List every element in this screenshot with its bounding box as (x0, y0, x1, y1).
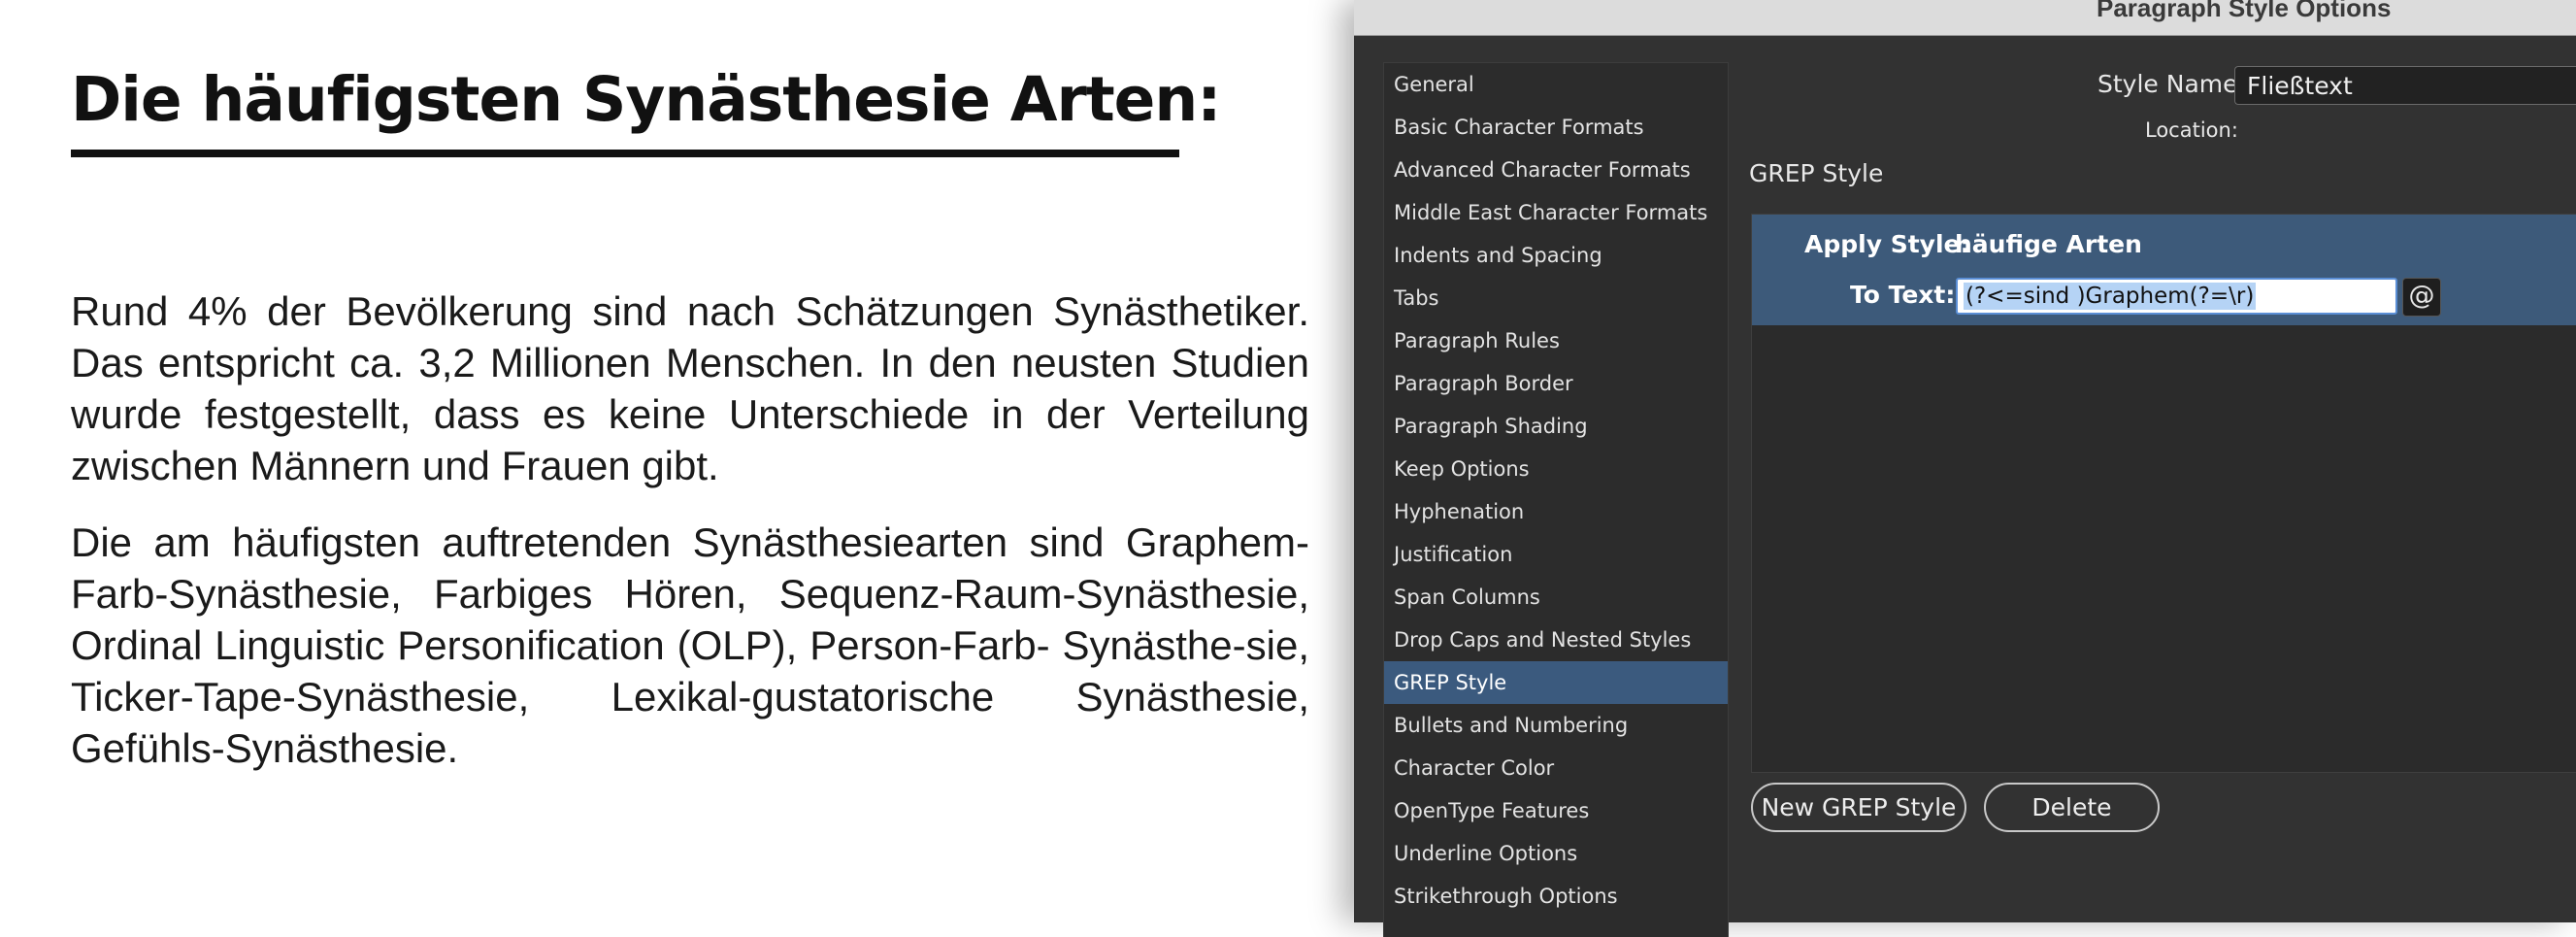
delete-button[interactable]: Delete (1984, 783, 2160, 832)
section-title: GREP Style (1749, 159, 1884, 187)
nav-item-grep-style[interactable]: GREP Style (1384, 661, 1728, 704)
nav-item-basic-character-formats[interactable]: Basic Character Formats (1384, 106, 1728, 149)
nav-item-general[interactable]: General (1384, 63, 1728, 106)
nav-item-hyphenation[interactable]: Hyphenation (1384, 490, 1728, 533)
nav-item-advanced-character-formats[interactable]: Advanced Character Formats (1384, 149, 1728, 191)
style-name-input[interactable]: Fließtext (2234, 66, 2576, 105)
heading-underline (71, 150, 1179, 157)
nav-item-underline-options[interactable]: Underline Options (1384, 832, 1728, 875)
apply-style-dropdown[interactable]: häufige Arten (1955, 230, 2142, 258)
dialog-title: Paragraph Style Options (2097, 0, 2392, 22)
category-list: General Basic Character Formats Advanced… (1383, 62, 1729, 937)
to-text-label: To Text: (1850, 281, 1956, 309)
nav-item-keep-options[interactable]: Keep Options (1384, 448, 1728, 490)
nav-item-tabs[interactable]: Tabs (1384, 277, 1728, 319)
nav-item-justification[interactable]: Justification (1384, 533, 1728, 576)
nav-item-bullets-and-numbering[interactable]: Bullets and Numbering (1384, 704, 1728, 747)
apply-style-label: Apply Style: (1804, 230, 1970, 258)
document-paragraph: Die am häufigsten auftretenden Synästhes… (71, 519, 1309, 771)
special-characters-icon[interactable]: @ (2402, 278, 2441, 317)
new-grep-style-button[interactable]: New GREP Style (1751, 783, 1966, 832)
nav-item-paragraph-border[interactable]: Paragraph Border (1384, 362, 1728, 405)
to-text-input[interactable]: (?<=sind )Graphem(?=\r) (1956, 278, 2397, 315)
nav-item-paragraph-rules[interactable]: Paragraph Rules (1384, 319, 1728, 362)
nav-item-span-columns[interactable]: Span Columns (1384, 576, 1728, 619)
document-page: Die häufigsten Synästhesie Arten: Rund 4… (0, 0, 1359, 922)
nav-item-opentype-features[interactable]: OpenType Features (1384, 789, 1728, 832)
nav-item-character-color[interactable]: Character Color (1384, 747, 1728, 789)
nav-item-paragraph-shading[interactable]: Paragraph Shading (1384, 405, 1728, 448)
location-label: Location: (2145, 118, 2238, 142)
document-paragraph: Rund 4% der Bevölkerung sind nach Schätz… (71, 288, 1309, 488)
paragraph-style-options-dialog: Paragraph Style Options General Basic Ch… (1354, 0, 2576, 937)
dialog-titlebar[interactable]: Paragraph Style Options (1354, 0, 2576, 36)
style-name-label: Style Name: (2097, 70, 2246, 98)
nav-item-drop-caps-nested-styles[interactable]: Drop Caps and Nested Styles (1384, 619, 1728, 661)
to-text-selected-value[interactable]: (?<=sind )Graphem(?=\r) (1964, 283, 2257, 310)
nav-item-middle-east-character-formats[interactable]: Middle East Character Formats (1384, 191, 1728, 234)
grep-style-list: Apply Style: häufige Arten To Text: (?<=… (1751, 214, 2576, 773)
nav-item-indents-and-spacing[interactable]: Indents and Spacing (1384, 234, 1728, 277)
document-heading: Die häufigsten Synästhesie Arten: (71, 64, 1221, 135)
grep-rule-row[interactable]: Apply Style: häufige Arten To Text: (?<=… (1752, 215, 2576, 325)
nav-item-strikethrough-options[interactable]: Strikethrough Options (1384, 875, 1728, 918)
